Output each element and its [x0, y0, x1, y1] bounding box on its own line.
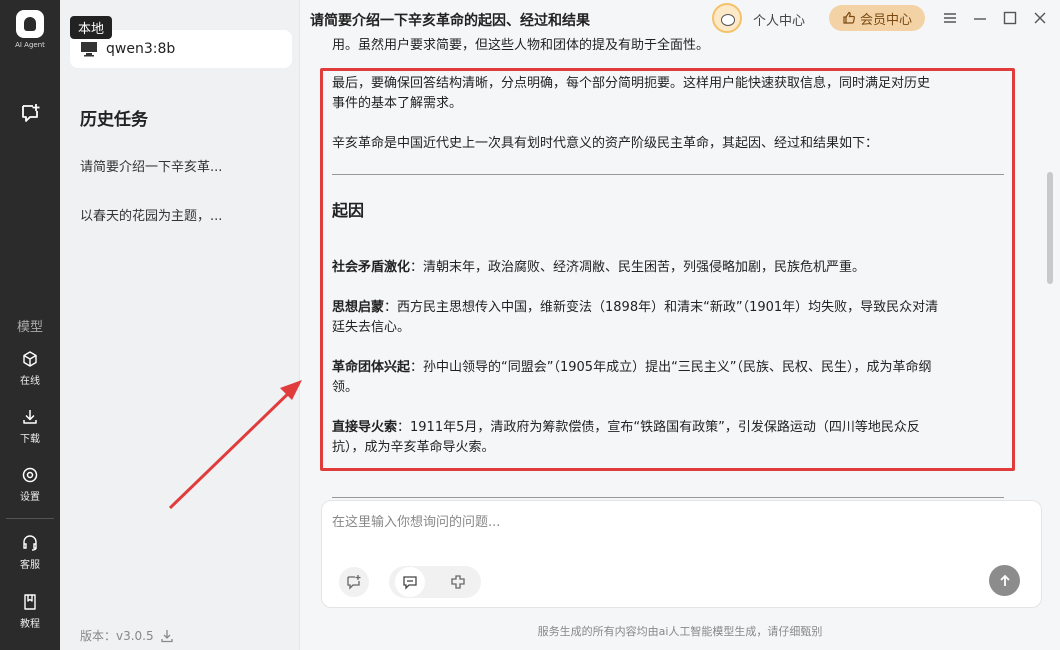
close-icon[interactable]	[1032, 10, 1048, 26]
point-text: ：清朝末年，政治腐败、经济凋敝、民生困苦，列强侵略加剧，民族危机严重。	[410, 260, 866, 275]
app-logo: AI Agent	[11, 10, 49, 54]
question-input[interactable]	[332, 511, 1022, 551]
personal-center-link[interactable]: 个人中心	[753, 10, 805, 29]
chat-content: 用。虽然用户要求简要，但这些人物和团体的提及有助于全面性。 最后，要确保回答结构…	[320, 36, 1032, 498]
page-title: 请简要介绍一下辛亥革命的起因、经过和结果	[310, 13, 590, 29]
point-text-cont: 领。	[332, 380, 359, 395]
new-chat-button[interactable]	[339, 567, 369, 597]
thumbs-up-icon	[843, 11, 855, 24]
rail-item-settings[interactable]: 设置	[0, 466, 60, 503]
menu-icon[interactable]	[942, 10, 958, 26]
logo-icon	[16, 10, 44, 38]
version-text: 版本：v3.0.5	[80, 629, 154, 643]
history-title: 历史任务	[80, 110, 148, 130]
send-button[interactable]	[989, 565, 1020, 596]
rail-item-label: 教程	[20, 619, 40, 630]
left-rail: AI Agent 模型 在线 下载 设置 客服 教程	[0, 0, 60, 650]
download-icon	[23, 410, 37, 424]
rail-item-online[interactable]: 在线	[0, 350, 60, 387]
point-label: 思想启蒙	[332, 300, 385, 315]
minimize-icon[interactable]	[972, 10, 988, 26]
rail-item-download[interactable]: 下载	[0, 408, 60, 445]
divider	[332, 174, 1004, 175]
point-text: ：孙中山领导的“同盟会”（1905年成立）提出“三民主义”（民族、民权、民生），…	[410, 360, 932, 375]
monitor-icon	[81, 42, 97, 57]
new-chat-button[interactable]	[0, 102, 60, 124]
cause-point: 革命团体兴起：孙中山领导的“同盟会”（1905年成立）提出“三民主义”（民族、民…	[332, 358, 1004, 398]
cause-point: 社会矛盾激化：清朝末年，政治腐败、经济凋敝、民生困苦，列强侵略加剧，民族危机严重…	[332, 258, 1004, 278]
point-text: ：1911年5月，清政府为筹款偿债，宣布“铁路国有政策”，引发保路运动（四川等地…	[397, 420, 920, 435]
scrollbar-thumb[interactable]	[1047, 172, 1053, 284]
point-label: 直接导火索	[332, 420, 398, 435]
rail-divider	[6, 518, 54, 519]
vip-center-button[interactable]: 会员中心	[829, 5, 925, 31]
plugin-button[interactable]	[443, 567, 473, 597]
logo-text: AI Agent	[15, 41, 45, 49]
message-paragraph: 辛亥革命是中国近代史上一次具有划时代意义的资产阶级民主革命，其起因、经过和结果如…	[332, 136, 879, 151]
section-heading: 起因	[332, 201, 365, 220]
history-sidebar: 本地 qwen3:8b 历史任务 请简要介绍一下辛亥革... 以春天的花园为主题…	[60, 0, 300, 650]
point-label: 革命团体兴起	[332, 360, 411, 375]
divider	[332, 497, 1004, 498]
disclaimer: 服务生成的所有内容均由ai人工智能模型生成，请仔细甄别	[537, 625, 823, 638]
message-paragraph: 最后，要确保回答结构清晰，分点明确，每个部分简明扼要。这样用户能快速获取信息，同…	[332, 76, 931, 91]
book-icon	[24, 594, 36, 610]
cube-icon	[23, 351, 37, 367]
tool-group	[389, 566, 481, 598]
vip-center-label: 会员中心	[859, 12, 912, 28]
model-section-label: 模型	[16, 320, 43, 335]
new-chat-icon	[22, 104, 40, 122]
history-item[interactable]: 请简要介绍一下辛亥革...	[80, 156, 280, 175]
point-text-cont: 抗），成为辛亥革命导火索。	[332, 440, 495, 455]
rail-item-tutorial[interactable]: 教程	[0, 593, 60, 630]
rail-item-support[interactable]: 客服	[0, 534, 60, 571]
point-label: 社会矛盾激化	[332, 260, 411, 275]
annotation-arrow	[168, 380, 302, 510]
download-icon[interactable]	[160, 629, 174, 643]
message-paragraph: 事件的基本了解需求。	[332, 96, 463, 111]
point-text: ：西方民主思想传入中国，维新变法（1898年）和清末“新政”（1901年）均失败…	[384, 300, 939, 315]
history-item[interactable]: 以春天的花园为主题，...	[80, 205, 280, 224]
chat-input-card	[321, 500, 1042, 608]
message-icon	[403, 576, 417, 590]
top-bar: 请简要介绍一下辛亥革命的起因、经过和结果 个人中心 会员中心	[300, 0, 1060, 36]
rail-item-label: 在线	[20, 376, 40, 387]
gear-icon	[22, 467, 38, 483]
rail-item-label: 下载	[20, 434, 40, 445]
cause-point: 直接导火索：1911年5月，清政府为筹款偿债，宣布“铁路国有政策”，引发保路运动…	[332, 418, 1004, 458]
point-text-cont: 廷失去信心。	[332, 320, 411, 335]
maximize-icon[interactable]	[1002, 10, 1018, 26]
headset-icon	[23, 535, 37, 551]
puzzle-icon	[451, 575, 465, 589]
rail-item-label: 设置	[20, 492, 40, 503]
rail-item-label: 客服	[20, 560, 40, 571]
local-badge: 本地	[70, 16, 113, 39]
avatar[interactable]	[712, 3, 742, 33]
model-name: qwen3:8b	[106, 41, 176, 57]
chat-mode-button[interactable]	[395, 567, 425, 597]
version-info: 版本：v3.0.5	[80, 627, 174, 644]
arrow-up-icon	[999, 574, 1010, 586]
cause-point: 思想启蒙：西方民主思想传入中国，维新变法（1898年）和清末“新政”（1901年…	[332, 298, 1004, 338]
new-chat-icon	[347, 575, 361, 590]
message-paragraph: 用。虽然用户要求简要，但这些人物和团体的提及有助于全面性。	[332, 38, 710, 53]
